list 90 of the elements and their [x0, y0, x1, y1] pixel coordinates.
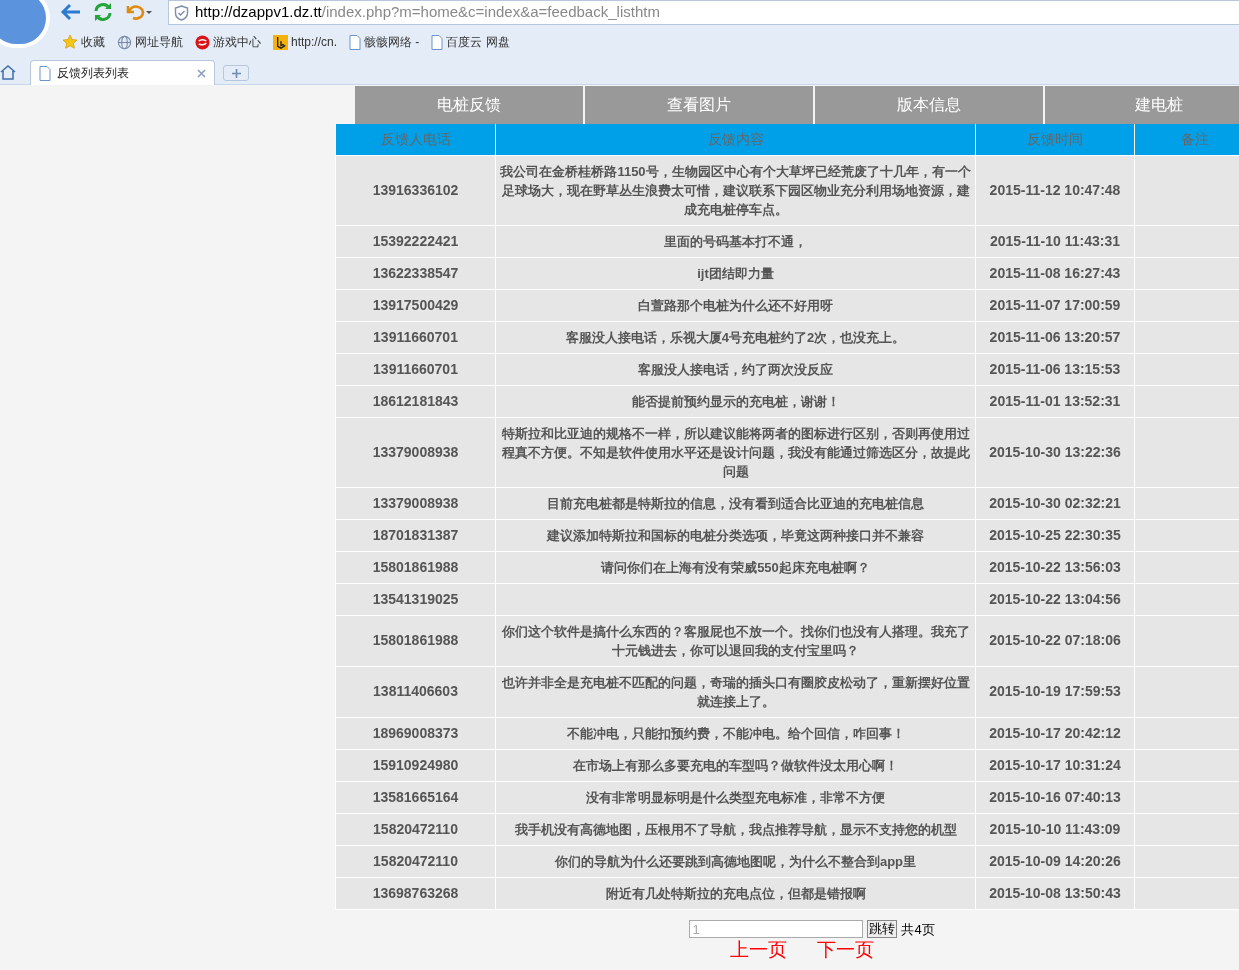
table-cell: 2015-10-22 07:18:06 [975, 615, 1135, 666]
table-cell: 请问你们在上海有没有荣威550起床充电桩啊？ [495, 551, 976, 583]
bookmark[interactable]: 骸骸网络 - [349, 33, 420, 51]
bookmark[interactable]: 游戏中心 [195, 33, 261, 51]
refresh-icon[interactable] [92, 1, 114, 23]
prev-page-link[interactable]: 上一页 [730, 939, 787, 961]
undo-icon[interactable] [124, 2, 152, 22]
game-icon [195, 34, 210, 50]
table-cell: 2015-10-30 02:32:21 [975, 487, 1135, 519]
table-cell: 15392222421 [335, 225, 496, 257]
table-cell: 13581665164 [335, 781, 496, 813]
table-cell: 在市场上有那么多要充电的车型吗？做软件没太用心啊！ [495, 749, 976, 781]
star-icon [62, 34, 78, 50]
browser-tab[interactable]: 反馈列表列表 [30, 60, 215, 85]
column-header: 备注 [1134, 124, 1239, 155]
bookmark[interactable]: 网址导航 [117, 33, 183, 51]
table-cell: 2015-10-30 13:22:36 [975, 417, 1135, 487]
next-page-link[interactable]: 下一页 [817, 939, 874, 961]
page-icon [39, 65, 51, 81]
table-cell: 13379008938 [335, 487, 496, 519]
table-cell: 2015-11-07 17:00:59 [975, 289, 1135, 321]
table-cell: 不能冲电，只能扣预约费，不能冲电。给个回信，咋回事！ [495, 717, 976, 749]
page-icon [431, 34, 444, 50]
table-cell: 客服没人接电话，约了两次没反应 [495, 353, 976, 385]
table-cell: 2015-10-08 13:50:43 [975, 877, 1135, 909]
table-cell: 18701831387 [335, 519, 496, 551]
table-cell: 15801861988 [335, 551, 496, 583]
table-cell: 15910924980 [335, 749, 496, 781]
table-cell: 白萱路那个电桩为什么还不好用呀 [495, 289, 976, 321]
table-cell: 13916336102 [335, 155, 496, 225]
table-cell: 13541319025 [335, 583, 496, 615]
table-cell: 能否提前预约显示的充电桩，谢谢！ [495, 385, 976, 417]
table-cell: 附近有几处特斯拉的充电点位，但都是错报啊 [495, 877, 976, 909]
jump-button[interactable]: 跳转 [867, 920, 898, 939]
table-cell: 13379008938 [335, 417, 496, 487]
bookmark[interactable]: 收藏 [62, 33, 105, 51]
table-cell: 2015-11-01 13:52:31 [975, 385, 1135, 417]
column-header: 反馈时间 [975, 124, 1135, 155]
column-header: 反馈内容 [495, 124, 976, 155]
table-cell: 15820472110 [335, 845, 496, 877]
bookmark[interactable]: http://cn. [273, 33, 338, 51]
table-cell: 2015-11-06 13:15:53 [975, 353, 1135, 385]
plus-icon [231, 68, 241, 78]
table-cell: 18612181843 [335, 385, 496, 417]
close-icon[interactable] [197, 68, 206, 78]
table-cell: 我公司在金桥桂桥路1150号，生物园区中心有个大草坪已经荒废了十几年，有一个足球场大，现在野草丛生浪费太可惜，建议联系下园区物业充分利用场地资源，建成充电桩停车点。 [495, 155, 976, 225]
table-cell: 18969008373 [335, 717, 496, 749]
table-cell: 13911660701 [335, 353, 496, 385]
table-cell: 15801861988 [335, 615, 496, 666]
table-cell: ijt团结即力量 [495, 257, 976, 289]
globe-icon [117, 34, 132, 50]
table-cell: 特斯拉和比亚迪的规格不一样，所以建议能将两者的图标进行区别，否则再使用过程真不方便。不知是软件使用水平还是设计问题，我没有能通过筛选区分，故提此问题 [495, 417, 976, 487]
table-cell: 15820472110 [335, 813, 496, 845]
bing-icon [273, 34, 288, 50]
table-cell: 2015-10-10 11:43:09 [975, 813, 1135, 845]
home-icon[interactable] [0, 65, 16, 80]
back-icon[interactable] [60, 2, 82, 22]
table-cell: 目前充电桩都是特斯拉的信息，没有看到适合比亚迪的充电桩信息 [495, 487, 976, 519]
table-cell: 2015-10-09 14:20:26 [975, 845, 1135, 877]
table-cell: 没有非常明显标明是什么类型充电标准，非常不方便 [495, 781, 976, 813]
table-cell: 2015-10-16 07:40:13 [975, 781, 1135, 813]
table-cell: 13698763268 [335, 877, 496, 909]
table-cell: 你们的导航为什么还要跳到高德地图呢，为什么不整合到app里 [495, 845, 976, 877]
table-cell: 建议添加特斯拉和国标的电桩分类选项，毕竟这两种接口并不兼容 [495, 519, 976, 551]
address-bar[interactable]: http://dzappv1.dz.tt/index.php?m=home&c=index&a=feedback_listhtm [168, 0, 1239, 25]
table-cell: 13911660701 [335, 321, 496, 353]
table-cell: 13917500429 [335, 289, 496, 321]
new-tab-button[interactable] [223, 65, 249, 81]
table-cell: 里面的号码基本打不通， [495, 225, 976, 257]
table-cell: 你们这个软件是搞什么东西的？客服屁也不放一个。找你们也没有人搭理。我充了十元钱进去，你可以退回我的支付宝里吗？ [495, 615, 976, 666]
page-total: 共4页 [901, 920, 935, 939]
table-cell: 2015-10-19 17:59:53 [975, 666, 1135, 717]
table-cell: 2015-10-22 13:04:56 [975, 583, 1135, 615]
table-cell: 我手机没有高德地图，压根用不了导航，我点推荐导航，显示不支持您的机型 [495, 813, 976, 845]
table-cell: 2015-10-22 13:56:03 [975, 551, 1135, 583]
table-cell: 13811406603 [335, 666, 496, 717]
table-cell: 2015-11-10 11:43:31 [975, 225, 1135, 257]
column-header: 反馈人电话 [335, 124, 496, 155]
page-icon [349, 34, 362, 50]
table-cell: 2015-11-06 13:20:57 [975, 321, 1135, 353]
table-cell: 2015-10-17 10:31:24 [975, 749, 1135, 781]
table-cell: 2015-10-17 20:42:12 [975, 717, 1135, 749]
bookmark[interactable]: 百度云 网盘 [431, 33, 510, 51]
table-cell: 2015-10-25 22:30:35 [975, 519, 1135, 551]
table-cell: 2015-11-12 10:47:48 [975, 155, 1135, 225]
table-cell: 2015-11-08 16:27:43 [975, 257, 1135, 289]
shield-icon [174, 4, 189, 21]
table-cell: 也许并非全是充电桩不匹配的问题，奇瑞的插头口有圈胶皮松动了，重新摆好位置就连接上了。 [495, 666, 976, 717]
table-cell: 客服没人接电话，乐视大厦4号充电桩约了2次，也没充上。 [495, 321, 976, 353]
table-cell: 13622338547 [335, 257, 496, 289]
